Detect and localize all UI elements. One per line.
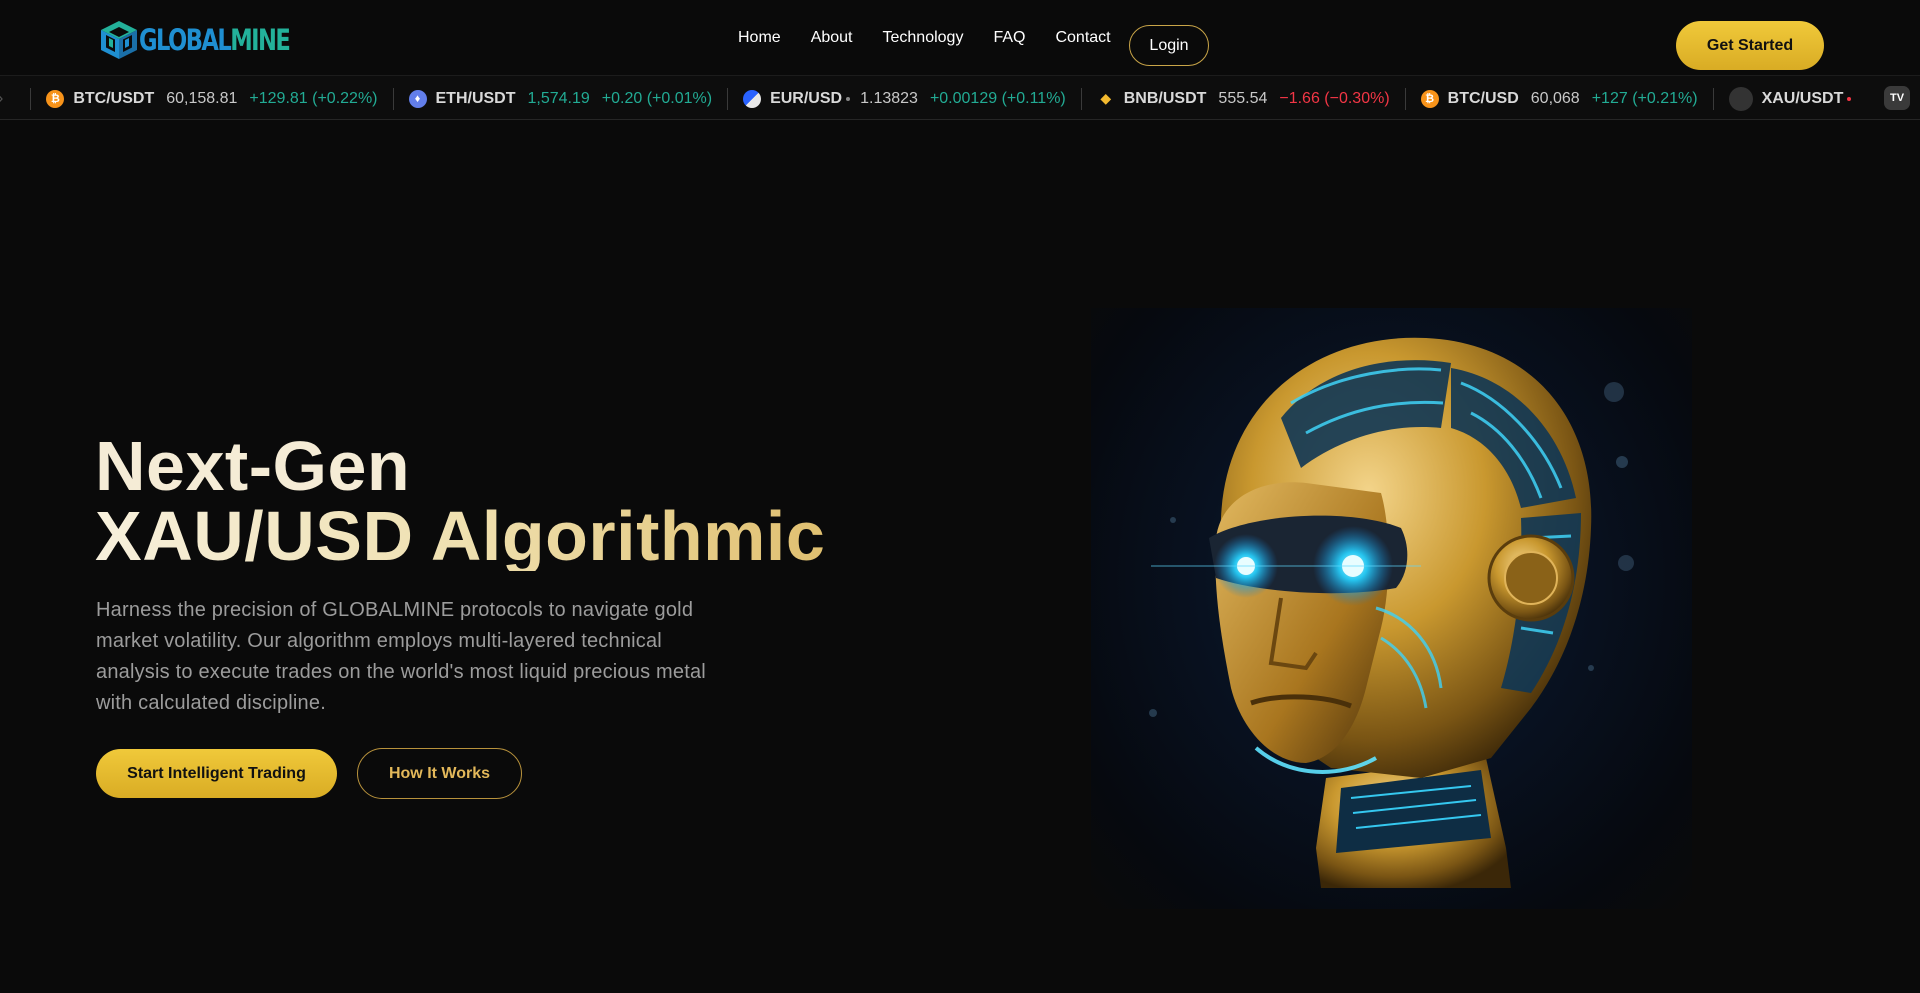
flag-icon xyxy=(743,89,762,108)
site-header: GLOBALMINE Home About Technology FAQ Con… xyxy=(0,0,1920,75)
ticker-separator xyxy=(727,87,729,110)
logo[interactable]: GLOBALMINE xyxy=(97,19,332,61)
status-dot xyxy=(846,96,851,101)
how-it-works-button[interactable]: How It Works xyxy=(357,748,522,799)
nav-contact[interactable]: Contact xyxy=(1055,29,1110,47)
ticker-item-btcusd[interactable]: ₿ BTC/USD 60,068 +127 (+0.21%) xyxy=(1420,89,1698,108)
hero-title-line1: Next-Gen xyxy=(95,427,411,505)
logo-text: GLOBALMINE xyxy=(139,23,291,57)
gold-icon xyxy=(1728,86,1753,111)
ethereum-icon: ♦ xyxy=(408,89,427,108)
ticker-item-xauusdt[interactable]: XAU/USDT xyxy=(1728,86,1862,111)
tradingview-icon[interactable]: TV xyxy=(1884,86,1910,110)
nav-home[interactable]: Home xyxy=(738,29,781,47)
ticker-separator xyxy=(1080,87,1082,110)
price-ticker[interactable]: › ₿ BTC/USDT 60,158.81 +129.81 (+0.22%) … xyxy=(0,75,1920,120)
hero-title-line2: XAU/USD Algorithmic xyxy=(95,497,826,575)
ticker-separator xyxy=(30,87,32,110)
ticker-price: 60,068 xyxy=(1530,89,1580,107)
ticker-item-ethusdt[interactable]: ♦ ETH/USDT 1,574.19 +0.20 (+0.01%) xyxy=(408,89,713,108)
nav-faq[interactable]: FAQ xyxy=(993,29,1025,47)
get-started-button[interactable]: Get Started xyxy=(1676,21,1824,70)
robot-head-image xyxy=(1091,308,1692,909)
ticker-symbol: ETH/USDT xyxy=(435,89,516,107)
ticker-change: −1.66 (−0.30%) xyxy=(1279,89,1390,107)
nav-technology[interactable]: Technology xyxy=(883,29,964,47)
ticker-symbol: BTC/USD xyxy=(1447,89,1519,107)
ticker-price: 1.13823 xyxy=(860,89,918,107)
ticker-price: 60,158.81 xyxy=(166,89,238,107)
bitcoin-icon: ₿ xyxy=(46,89,65,108)
start-trading-button[interactable]: Start Intelligent Trading xyxy=(96,749,337,798)
ticker-separator xyxy=(392,87,394,110)
nav-about[interactable]: About xyxy=(811,29,853,47)
ticker-item-eurusd[interactable]: EUR/USD 1.13823 +0.00129 (+0.11%) xyxy=(743,89,1066,108)
ticker-change: +127 (+0.21%) xyxy=(1591,89,1698,107)
ticker-symbol: EUR/USD xyxy=(770,89,843,107)
ticker-change: +0.00129 (+0.11%) xyxy=(929,89,1066,107)
ticker-separator xyxy=(1404,87,1406,110)
ticker-change: +0.20 (+0.01%) xyxy=(601,89,713,107)
ticker-symbol: BTC/USDT xyxy=(73,89,155,107)
ticker-fragment-icon: › xyxy=(0,90,3,108)
ticker-change: +129.81 (+0.22%) xyxy=(249,89,378,107)
binance-icon: ◆ xyxy=(1100,90,1112,106)
ticker-symbol: BNB/USDT xyxy=(1123,89,1207,107)
robot-head-illustration xyxy=(1149,337,1634,888)
status-dot xyxy=(1847,96,1852,101)
ticker-item-bnbusdt[interactable]: ◆ BNB/USDT 555.54 −1.66 (−0.30%) xyxy=(1097,89,1390,108)
ticker-track: › ₿ BTC/USDT 60,158.81 +129.81 (+0.22%) … xyxy=(0,76,1862,119)
cube-icon xyxy=(101,21,137,59)
hero-description: Harness the precision of GLOBALMINE prot… xyxy=(96,599,706,714)
ticker-item-btcusdt[interactable]: ₿ BTC/USDT 60,158.81 +129.81 (+0.22%) xyxy=(46,89,378,108)
ticker-symbol: XAU/USDT xyxy=(1761,89,1844,107)
hero-title: Next-Gen XAU/USD Algorithmic xyxy=(95,431,825,571)
login-button[interactable]: Login xyxy=(1129,25,1209,66)
bitcoin-icon: ₿ xyxy=(1420,89,1439,108)
main-nav: Home About Technology FAQ Contact xyxy=(738,29,1111,47)
ticker-price: 555.54 xyxy=(1218,89,1268,107)
ticker-separator xyxy=(1712,87,1714,110)
ticker-price: 1,574.19 xyxy=(527,89,590,107)
